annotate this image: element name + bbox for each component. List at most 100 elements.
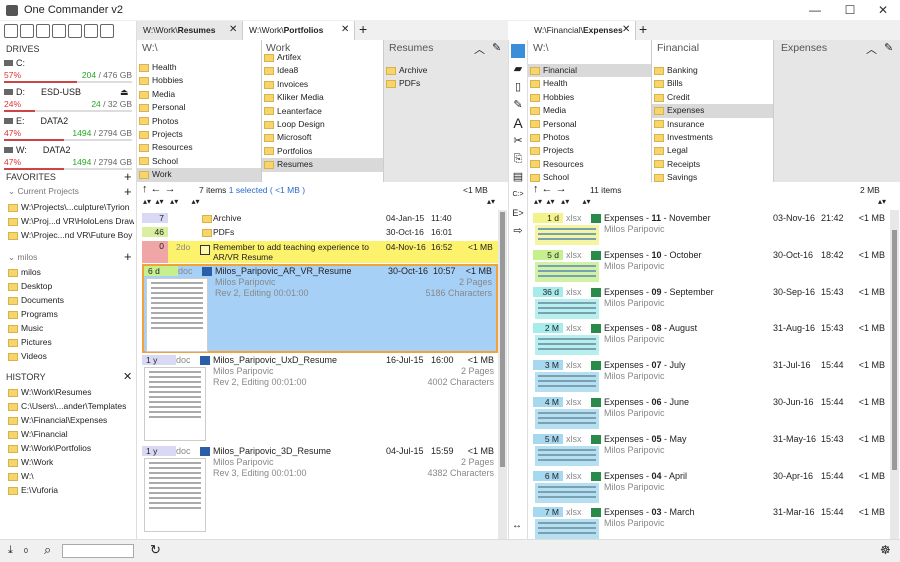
close-tab-icon[interactable]: ✕ <box>622 24 630 35</box>
search-input[interactable] <box>62 544 134 558</box>
history-item[interactable]: W:\Work\Portfolios <box>8 441 134 455</box>
folder-item[interactable]: Archive <box>384 64 504 77</box>
clear-history-icon[interactable]: ✕ <box>123 370 132 383</box>
sort-toggle-icons[interactable]: ▴▾ ▴▾ ▴▾ ▴▾ <box>534 197 591 206</box>
refresh-icon[interactable]: ↻ <box>150 542 161 558</box>
drive-item[interactable]: C: 57% 204 / 476 GB <box>4 57 132 86</box>
copy-to-icon[interactable]: C:> <box>511 188 525 202</box>
add-user-folder-icon[interactable]: + <box>124 249 132 264</box>
folder-item[interactable]: Invoices <box>262 78 383 91</box>
new-file-icon[interactable]: ▯ <box>511 80 525 94</box>
folder-item[interactable]: Insurance <box>652 118 773 131</box>
favorite-item[interactable]: W:\Projects\...culpture\Tyrion <box>8 200 134 214</box>
nav-up-back-forward-icon[interactable]: ↑ ← → <box>142 183 176 195</box>
expense-file-item[interactable]: 6 Mxlsx Expenses - 04 - April Milos Paripo… <box>533 470 889 506</box>
expense-file-item[interactable]: 5 d xlsx Expenses - 10 - October Milos Pari… <box>533 249 889 285</box>
folder-item[interactable]: Expenses <box>652 104 773 118</box>
help-icon[interactable] <box>68 24 82 38</box>
resize-handle-icon[interactable]: ↔ <box>512 520 522 531</box>
add-favorite-icon[interactable]: + <box>124 169 132 184</box>
folder-item[interactable]: Microsoft <box>262 131 383 144</box>
user-folder-item[interactable]: Music <box>8 321 134 335</box>
expense-file-item[interactable]: 36 d xlsx Expenses - 09 - September Milos P… <box>533 286 889 322</box>
close-tab-icon[interactable]: ✕ <box>229 24 237 35</box>
folder-item[interactable]: Hobbies <box>528 91 651 104</box>
expense-file-item[interactable]: 7 Mxlsx Expenses - 03 - March Milos Paripo… <box>533 507 889 539</box>
add-tab-button[interactable]: + <box>359 21 367 37</box>
folder-item[interactable]: Credit <box>652 91 773 104</box>
folder-item[interactable]: Personal <box>528 118 651 131</box>
tab-resumes[interactable]: W:\Work\Resumes <box>137 21 243 40</box>
tab-expenses[interactable]: W:\Financial\Expenses <box>528 21 636 40</box>
folder-item[interactable]: Idea8 <box>262 64 383 77</box>
history-item[interactable]: W:\ <box>8 469 134 483</box>
folder-item[interactable]: Banking <box>652 64 773 77</box>
collapse-icon[interactable]: ︿ <box>866 41 877 57</box>
bug-report-icon[interactable]: ☸ <box>880 543 891 557</box>
add-project-icon[interactable]: + <box>124 184 132 199</box>
folder-item[interactable]: Projects <box>137 128 261 141</box>
edit-note-icon[interactable]: ✎ <box>511 98 525 112</box>
history-item[interactable]: E:\Vuforia <box>8 483 134 497</box>
maximize-button[interactable]: ☐ <box>833 0 867 21</box>
expense-file-item[interactable]: 4 Mxlsx Expenses - 06 - June Milos Paripov… <box>533 397 889 432</box>
folder-item[interactable]: Financial <box>528 64 651 78</box>
list-item-folder[interactable]: 7 Archive 04-Jan-15 11:40 <box>142 213 498 226</box>
history-item[interactable]: W:\Work <box>8 455 134 469</box>
history-item[interactable]: W:\Financial\Expenses <box>8 413 134 427</box>
folder-item[interactable]: Bills <box>652 77 773 90</box>
folder-item[interactable]: Leanterface <box>262 105 383 118</box>
user-folder-item[interactable]: Programs <box>8 307 134 321</box>
folder-item[interactable]: Photos <box>137 115 261 128</box>
todo-item[interactable]: 0 2do Remember to add teaching experienc… <box>142 241 498 263</box>
folder-item[interactable]: Resources <box>137 141 261 154</box>
user-folder-item[interactable]: Documents <box>8 293 134 307</box>
document-item[interactable]: 1 y doc Milos_Paripovic_UxD_Resume Milos Pa… <box>142 355 498 444</box>
tab-portfolios[interactable]: W:\Work\Portfolios <box>243 21 355 40</box>
folder-item[interactable]: Hobbies <box>137 74 261 87</box>
history-item[interactable]: W:\Work\Resumes <box>8 385 134 399</box>
folder-item[interactable]: Projects <box>528 144 651 157</box>
settings-icon[interactable] <box>36 24 50 38</box>
drive-item[interactable]: W: DATA2 47% 1494 / 2794 GB <box>4 144 132 173</box>
folder-item[interactable]: Media <box>137 88 261 101</box>
drive-item[interactable]: D: ESD-USB ⏏ 24% 24 / 32 GB <box>4 86 132 115</box>
favorite-item[interactable]: W:\Proj...d VR\HoloLens Draw <box>8 214 134 228</box>
pane1-scrollbar[interactable] <box>498 210 507 539</box>
folder-item[interactable]: Personal <box>137 101 261 114</box>
new-folder-icon[interactable]: ▰ <box>511 62 525 76</box>
folder-item[interactable]: Health <box>528 77 651 90</box>
download-icon[interactable]: ⤓ <box>8 544 13 557</box>
favorite-item[interactable]: W:\Projec...nd VR\Future Boy <box>8 228 134 242</box>
sort-toggle-icons[interactable]: ▴▾ ▴▾ ▴▾ ▴▾ <box>143 197 200 206</box>
folder-item[interactable]: School <box>137 155 261 168</box>
collapse-icon[interactable]: ︿ <box>474 41 485 57</box>
copy-icon[interactable]: ⎘ <box>511 152 525 166</box>
folder-item[interactable]: Loop Design <box>262 118 383 131</box>
document-item[interactable]: 1 y doc Milos_Paripovic_3D_Resume Milos Par… <box>142 446 498 535</box>
move-to-icon[interactable]: E> <box>511 206 525 220</box>
expense-file-item[interactable]: 2 Mxlsx Expenses - 08 - August Milos Parip… <box>533 323 889 358</box>
list-item-folder[interactable]: 46 PDFs 16:01 30-Oct-16 16:01 <box>142 227 498 240</box>
history-item[interactable]: C:\Users\...ander\Templates <box>8 399 134 413</box>
history-item[interactable]: W:\Financial <box>8 427 134 441</box>
drive-item[interactable]: E: DATA2 47% 1494 / 2794 GB <box>4 115 132 144</box>
folder-item[interactable]: Artifex <box>262 51 383 64</box>
document-item[interactable]: 6 d doc Milos_Paripovic_AR_VR_Resume Milos … <box>142 264 498 353</box>
folder-item[interactable]: Health <box>137 61 261 74</box>
edit-icon[interactable]: ✎ <box>884 41 893 54</box>
folder-item[interactable]: Photos <box>528 131 651 144</box>
atom-icon[interactable] <box>100 24 114 38</box>
paste-icon[interactable]: ▤ <box>511 170 525 184</box>
expense-file-item[interactable]: 3 Mxlsx Expenses - 07 - July Milos Paripov… <box>533 360 889 395</box>
user-folder-item[interactable]: Desktop <box>8 279 134 293</box>
sort-size-icon[interactable]: ▴▾ <box>878 197 886 206</box>
rename-icon[interactable]: A <box>511 116 525 130</box>
chat-icon[interactable] <box>84 24 98 38</box>
cut-icon[interactable]: ✂ <box>511 134 525 148</box>
folder-item[interactable]: PDFs <box>384 77 504 90</box>
folder-item[interactable]: Receipts <box>652 158 773 171</box>
folder-item[interactable]: Kliker Media <box>262 91 383 104</box>
minimize-button[interactable]: — <box>798 0 832 21</box>
folder-item[interactable]: Resources <box>528 158 651 171</box>
